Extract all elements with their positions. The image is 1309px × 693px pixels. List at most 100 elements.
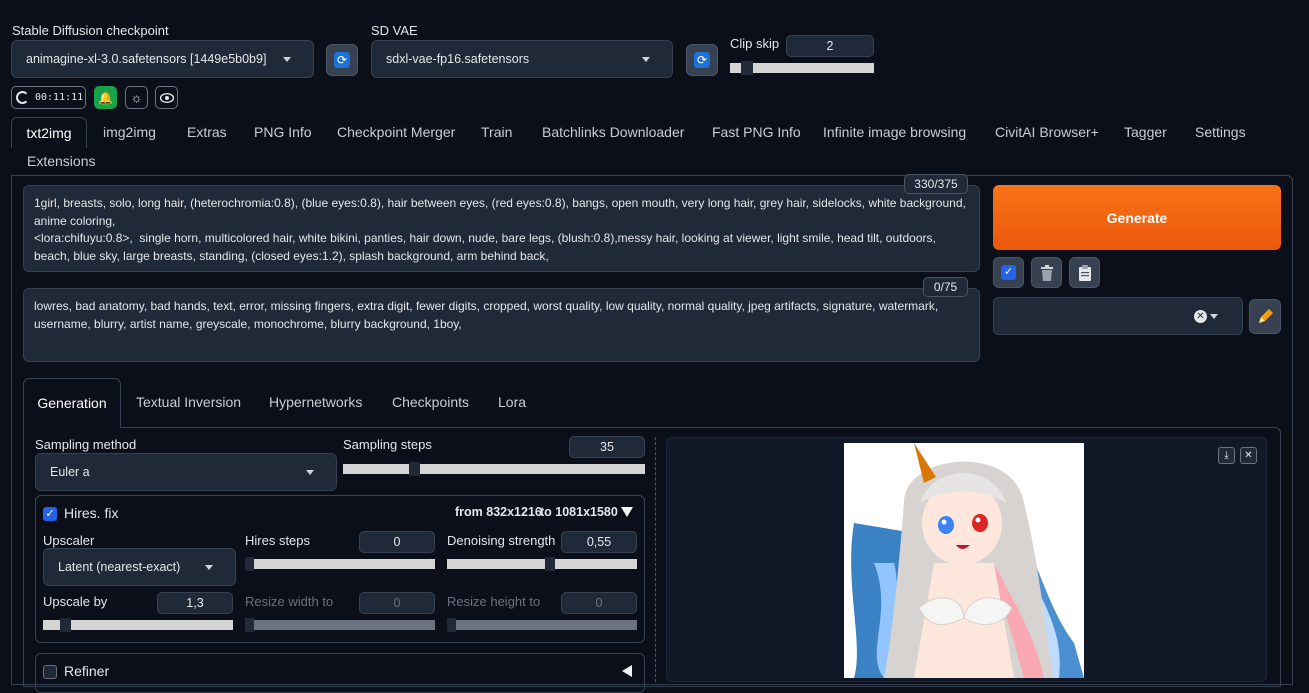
collapse-triangle-icon[interactable] <box>621 507 633 517</box>
vae-value: sdxl-vae-fp16.safetensors <box>386 52 530 66</box>
column-divider <box>655 437 656 682</box>
denoising-slider-handle[interactable] <box>545 557 555 571</box>
tab-infinite-image-browsing[interactable]: Infinite image browsing <box>823 124 966 140</box>
generated-image[interactable] <box>844 443 1084 678</box>
vae-label: SD VAE <box>371 23 418 38</box>
timer-text: 00:11:11 <box>35 92 84 103</box>
tab-civitai-browser[interactable]: CivitAI Browser+ <box>995 124 1099 140</box>
hires-summary-from: from 832x1216 <box>455 505 542 519</box>
tab-fast-png-info[interactable]: Fast PNG Info <box>712 124 801 140</box>
sampling-method-label: Sampling method <box>35 437 137 452</box>
subtab-textual-inversion[interactable]: Textual Inversion <box>136 394 241 410</box>
chevron-down-icon <box>1210 314 1218 319</box>
refresh-vae-button[interactable]: ⟳ <box>686 44 718 76</box>
refresh-checkpoint-button[interactable]: ⟳ <box>326 44 358 76</box>
chevron-down-icon <box>283 57 291 62</box>
upscaler-dropdown[interactable]: Latent (nearest-exact) <box>43 548 236 586</box>
upscale-by-input[interactable]: 1,3 <box>157 592 233 614</box>
resize-height-slider[interactable] <box>447 620 637 630</box>
checkpoint-label: Stable Diffusion checkpoint <box>12 23 169 38</box>
checkpoint-dropdown[interactable]: animagine-xl-3.0.safetensors [1449e5b0b9… <box>11 40 314 78</box>
refiner-label: Refiner <box>64 663 110 679</box>
sampling-steps-input[interactable]: 35 <box>569 436 645 458</box>
checkbox-icon: ✓ <box>1001 265 1016 280</box>
resize-height-label: Resize height to <box>447 594 541 609</box>
download-icon[interactable]: ⤓ <box>1218 447 1235 464</box>
clear-icon[interactable]: ✕ <box>1194 310 1207 323</box>
clip-skip-slider-handle[interactable] <box>741 61 753 75</box>
subtab-lora[interactable]: Lora <box>498 394 526 410</box>
clear-prompt-button[interactable] <box>1031 257 1062 288</box>
upscale-by-slider-handle[interactable] <box>60 618 71 632</box>
hires-steps-label: Hires steps <box>245 533 311 548</box>
subtab-hypernetworks[interactable]: Hypernetworks <box>269 394 362 410</box>
refresh-icon: ⟳ <box>334 52 350 68</box>
prompt-token-counter: 330/375 <box>904 174 968 194</box>
denoising-label: Denoising strength <box>447 533 556 548</box>
timer-badge: 00:11:11 <box>11 86 86 109</box>
generate-button[interactable]: Generate <box>993 185 1281 250</box>
expand-triangle-icon[interactable] <box>622 665 632 677</box>
tab-txt2img[interactable]: txt2img <box>11 117 87 148</box>
sun-icon[interactable]: ☼ <box>125 86 148 109</box>
resize-width-label: Resize width to <box>245 594 334 609</box>
negative-token-counter: 0/75 <box>923 277 968 297</box>
hires-fix-label: Hires. fix <box>64 505 119 521</box>
tab-extras[interactable]: Extras <box>187 124 227 140</box>
tab-settings[interactable]: Settings <box>1195 124 1246 140</box>
vae-dropdown[interactable]: sdxl-vae-fp16.safetensors <box>371 40 673 78</box>
spinner-icon <box>16 91 29 104</box>
clip-skip-input[interactable]: 2 <box>786 35 874 57</box>
sampling-steps-slider[interactable] <box>343 464 645 474</box>
clip-skip-label: Clip skip <box>730 36 780 51</box>
refiner-panel <box>35 653 645 693</box>
prompt-textarea[interactable]: 1girl, breasts, solo, long hair, (hetero… <box>23 185 980 272</box>
chevron-down-icon <box>642 57 650 62</box>
tab-img2img[interactable]: img2img <box>103 124 156 140</box>
styles-dropdown[interactable]: ✕ <box>993 297 1243 335</box>
hires-steps-slider-handle[interactable] <box>245 557 254 571</box>
hires-fix-checkbox[interactable]: ✓ <box>43 507 57 521</box>
upscaler-label: Upscaler <box>43 533 95 548</box>
eye-icon[interactable] <box>155 86 178 109</box>
subtab-generation[interactable]: Generation <box>23 378 121 428</box>
hires-steps-input[interactable]: 0 <box>359 531 435 553</box>
close-icon[interactable]: ✕ <box>1240 447 1257 464</box>
trash-icon <box>1040 264 1053 281</box>
tab-tagger[interactable]: Tagger <box>1124 124 1167 140</box>
resize-width-slider[interactable] <box>245 620 435 630</box>
resize-height-input[interactable]: 0 <box>561 592 637 614</box>
refiner-checkbox[interactable] <box>43 665 57 679</box>
resize-width-input[interactable]: 0 <box>359 592 435 614</box>
pencil-icon <box>1259 308 1273 323</box>
chevron-down-icon <box>205 565 213 570</box>
upscale-by-slider[interactable] <box>43 620 233 630</box>
upscaler-value: Latent (nearest-exact) <box>58 560 181 574</box>
hires-steps-slider[interactable] <box>245 559 435 569</box>
denoising-slider[interactable] <box>447 559 637 569</box>
tab-png-info[interactable]: PNG Info <box>254 124 312 140</box>
denoising-input[interactable]: 0,55 <box>561 531 637 553</box>
checkpoint-value: animagine-xl-3.0.safetensors [1449e5b0b9… <box>26 52 267 66</box>
sampling-steps-slider-handle[interactable] <box>409 462 420 476</box>
negative-prompt-textarea[interactable]: lowres, bad anatomy, bad hands, text, er… <box>23 288 980 362</box>
tab-batchlinks-downloader[interactable]: Batchlinks Downloader <box>542 124 684 140</box>
sampling-steps-label: Sampling steps <box>343 437 432 452</box>
tab-checkpoint-merger[interactable]: Checkpoint Merger <box>337 124 455 140</box>
refresh-icon: ⟳ <box>694 52 710 68</box>
tab-extensions[interactable]: Extensions <box>27 153 95 169</box>
upscale-by-label: Upscale by <box>43 594 108 609</box>
subtab-checkpoints[interactable]: Checkpoints <box>392 394 469 410</box>
hires-summary-to: to 1081x1580 <box>540 505 618 519</box>
clipboard-icon <box>1078 264 1091 281</box>
tab-train[interactable]: Train <box>481 124 512 140</box>
bell-icon[interactable]: 🔔 <box>94 86 117 109</box>
sampling-method-dropdown[interactable]: Euler a <box>35 453 337 491</box>
paste-button[interactable] <box>1069 257 1100 288</box>
resize-width-slider-handle[interactable] <box>245 618 254 632</box>
edit-styles-button[interactable] <box>1249 299 1281 334</box>
resize-height-slider-handle[interactable] <box>447 618 456 632</box>
apply-styles-button[interactable]: ✓ <box>993 257 1024 288</box>
chevron-down-icon <box>306 470 314 475</box>
sampling-method-value: Euler a <box>50 465 90 479</box>
